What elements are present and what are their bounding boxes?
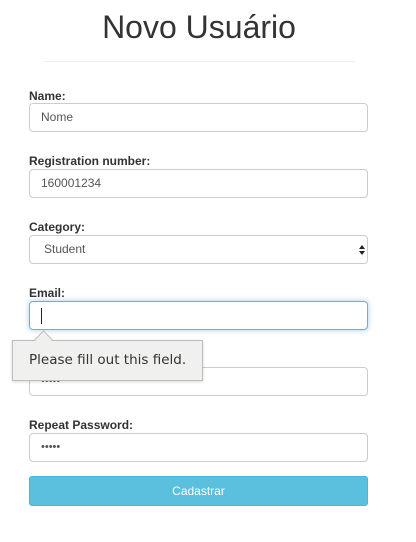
- page-title: Novo Usuário: [102, 9, 296, 45]
- name-input[interactable]: Nome: [29, 103, 368, 132]
- cadastrar-button[interactable]: Cadastrar: [29, 476, 368, 506]
- category-label: Category:: [29, 220, 86, 234]
- registration-number-label: Registration number:: [29, 154, 151, 168]
- text-caret: [41, 308, 42, 324]
- title-divider: [43, 61, 355, 62]
- registration-number-input[interactable]: 160001234: [29, 169, 368, 198]
- name-label: Name:: [29, 89, 66, 103]
- repeat-password-input[interactable]: •••••: [29, 433, 368, 462]
- registration-number-value: 160001234: [41, 176, 102, 190]
- repeat-password-label: Repeat Password:: [29, 418, 134, 432]
- repeat-password-input-value: •••••: [41, 441, 61, 453]
- category-select[interactable]: Student: [29, 235, 368, 264]
- validation-message: Please fill out this field.: [29, 352, 187, 368]
- category-selected-value: Student: [44, 242, 86, 256]
- select-arrows-icon: [358, 239, 366, 260]
- email-input[interactable]: [29, 301, 368, 330]
- name-input-value: Nome: [41, 110, 74, 124]
- email-label: Email:: [29, 286, 66, 300]
- validation-tooltip: Please fill out this field.: [12, 330, 203, 381]
